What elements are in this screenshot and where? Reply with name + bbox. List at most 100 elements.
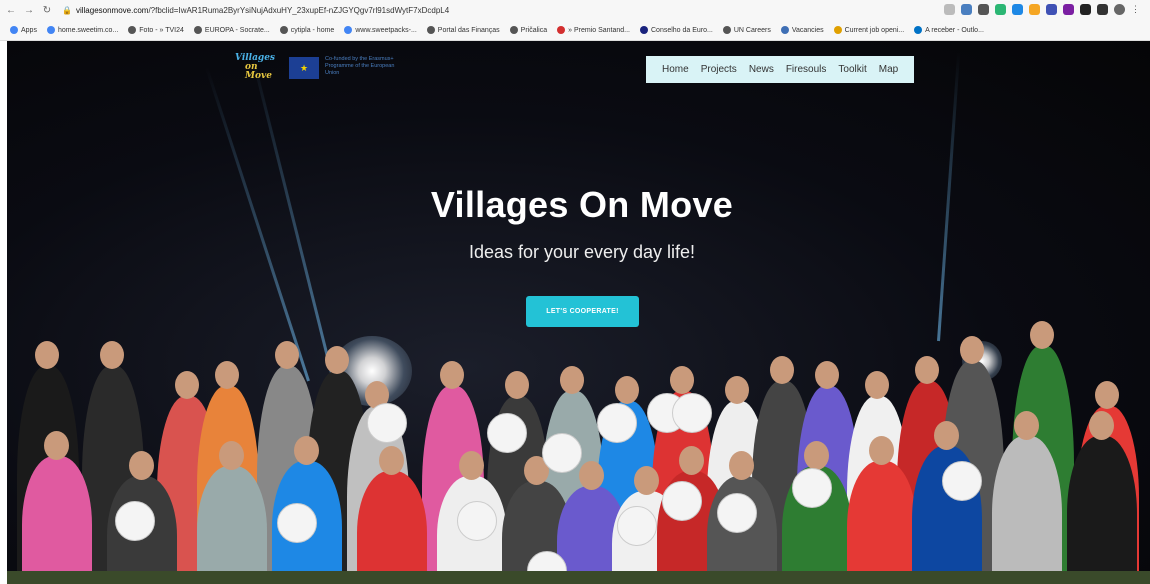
frisbee	[277, 503, 317, 543]
bookmark-item[interactable]: Current job openi...	[833, 26, 905, 34]
bookmarks-bar: Apps home.sweetim.co... Foto - » TVI24 EURO…	[0, 20, 1150, 40]
person-head	[960, 336, 984, 364]
bookmark-label: Apps	[21, 26, 37, 34]
hero-title: Villages On Move	[430, 184, 734, 225]
extension-icons: ⋮	[944, 4, 1142, 15]
frisbee	[487, 413, 527, 453]
menu-item-map[interactable]: Map	[879, 64, 898, 75]
person-head	[679, 446, 704, 475]
person-silhouette	[847, 461, 917, 584]
bookmark-item[interactable]: Conselho da Euro...	[640, 26, 713, 34]
person-head	[815, 361, 839, 389]
extension-icon[interactable]	[961, 4, 972, 15]
extension-icon[interactable]	[1080, 4, 1091, 15]
bookmark-label: UN Careers	[733, 26, 771, 34]
bookmark-icon	[780, 26, 789, 34]
avatar[interactable]	[1114, 4, 1125, 15]
eu-flag-icon: ★	[289, 57, 319, 79]
forward-icon[interactable]: →	[22, 5, 36, 16]
bookmark-icon	[46, 26, 55, 34]
menu-item-firesouls[interactable]: Firesouls	[786, 64, 827, 75]
bookmark-item[interactable]: UN Careers	[722, 26, 771, 34]
url-field[interactable]: villagesonmove.com/?fbclid=IwAR1Ruma2Byr…	[76, 6, 596, 15]
person-head	[915, 356, 939, 384]
person-head	[325, 346, 349, 374]
bookmark-label: A receber - Outlo...	[925, 26, 984, 34]
frisbee	[672, 393, 712, 433]
frisbee	[457, 501, 497, 541]
person-head	[215, 361, 239, 389]
bookmark-label: Portal das Finanças	[437, 26, 500, 34]
person-head	[725, 376, 749, 404]
person-silhouette	[22, 456, 92, 584]
menu-item-home[interactable]: Home	[662, 64, 689, 75]
person-head	[869, 436, 894, 465]
bookmark-label: Foto - » TVI24	[139, 26, 184, 34]
frisbee	[792, 468, 832, 508]
bookmark-item[interactable]: Foto - » TVI24	[128, 26, 184, 34]
person-silhouette	[197, 466, 267, 584]
extension-icon[interactable]	[995, 4, 1006, 15]
logo-line1: Villages	[235, 53, 275, 63]
bookmark-item[interactable]: www.sweetpacks-...	[344, 26, 417, 34]
bookmark-item[interactable]: Apps	[10, 26, 37, 34]
person-silhouette	[1067, 436, 1137, 584]
menu-item-toolkit[interactable]: Toolkit	[838, 64, 866, 75]
main-menu: Home Projects News Firesouls Toolkit Map	[646, 56, 915, 83]
kebab-menu-icon[interactable]: ⋮	[1131, 4, 1142, 15]
bookmark-item[interactable]: Pričalica	[509, 26, 548, 34]
bookmark-item[interactable]: » Premio Santand...	[557, 26, 630, 34]
site-logo[interactable]: Villages on Move	[235, 54, 285, 84]
person-head	[44, 431, 69, 460]
extension-icon[interactable]	[1046, 4, 1057, 15]
menu-item-news[interactable]: News	[749, 64, 774, 75]
reload-icon[interactable]: ↻	[40, 5, 54, 16]
bookmark-label: Pričalica	[520, 26, 548, 34]
extension-icon[interactable]	[1029, 4, 1040, 15]
bookmark-label: » Premio Santand...	[568, 26, 630, 34]
bookmark-item[interactable]: home.sweetim.co...	[46, 26, 119, 34]
person-head	[35, 341, 59, 369]
bookmark-icon	[193, 26, 202, 34]
menu-item-projects[interactable]: Projects	[701, 64, 737, 75]
person-head	[175, 371, 199, 399]
person-head	[379, 446, 404, 475]
bookmark-icon	[640, 26, 648, 34]
person-head	[615, 376, 639, 404]
bookmark-icon	[833, 26, 842, 34]
bookmark-item[interactable]: cytipla - home	[279, 26, 335, 34]
bookmark-icon	[914, 26, 923, 34]
bookmark-label: cytipla - home	[290, 26, 335, 34]
star-icon[interactable]	[944, 4, 955, 15]
bookmark-icon	[722, 26, 731, 34]
bookmark-item[interactable]: EUROPA - Socrate...	[193, 26, 270, 34]
person-head	[1089, 411, 1114, 440]
extension-icon[interactable]	[1012, 4, 1023, 15]
person-head	[934, 421, 959, 450]
person-head	[729, 451, 754, 480]
bookmark-item[interactable]: A receber - Outlo...	[914, 26, 984, 34]
person-head	[770, 356, 794, 384]
bookmark-item[interactable]: Vacancies	[780, 26, 824, 34]
frisbee	[662, 481, 702, 521]
person-head	[459, 451, 484, 480]
frisbee	[115, 501, 155, 541]
cooperate-button[interactable]: LET'S COOPERATE!	[526, 296, 639, 327]
person-head	[275, 341, 299, 369]
person-head	[1095, 381, 1119, 409]
bookmark-item[interactable]: Portal das Finanças	[426, 26, 500, 34]
browser-chrome: ← → ↻ 🔒 villagesonmove.com/?fbclid=IwAR1…	[0, 0, 1150, 41]
person-head	[560, 366, 584, 394]
bookmark-label: Vacancies	[791, 26, 824, 34]
lock-icon: 🔒	[62, 5, 72, 15]
bookmark-label: home.sweetim.co...	[57, 26, 119, 34]
logo-line2: on Move	[245, 62, 272, 81]
back-icon[interactable]: ←	[4, 5, 18, 16]
bookmark-label: Current job openi...	[844, 26, 905, 34]
extension-icon[interactable]	[978, 4, 989, 15]
person-head	[294, 436, 319, 465]
url-host: villagesonmove.com	[75, 5, 149, 15]
extension-icon[interactable]	[1063, 4, 1074, 15]
person-head	[100, 341, 124, 369]
puzzle-icon[interactable]	[1097, 4, 1108, 15]
